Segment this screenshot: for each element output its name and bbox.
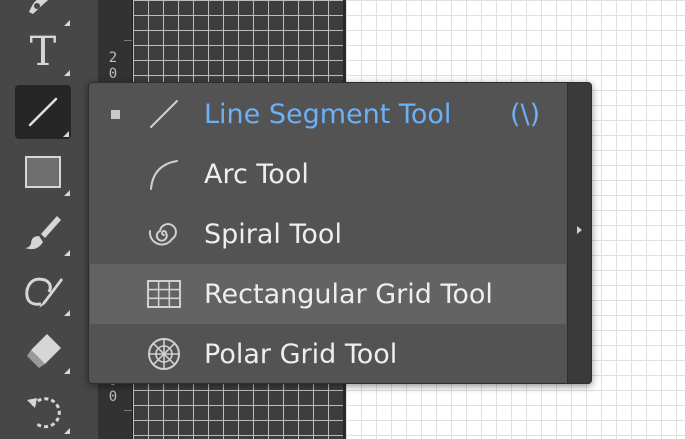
line-segment-icon <box>144 94 184 134</box>
rotate-tool[interactable] <box>14 384 72 436</box>
menu-item-label: Polar Grid Tool <box>204 338 398 370</box>
menu-item-line-segment-tool[interactable]: Line Segment Tool (\) <box>90 84 566 144</box>
menu-item-arc-tool[interactable]: Arc Tool <box>90 144 566 204</box>
menu-item-spiral-tool[interactable]: Spiral Tool <box>90 204 566 264</box>
rectangular-grid-icon <box>144 274 184 314</box>
keyboard-shortcut: (\) <box>510 98 541 130</box>
shaper-icon <box>25 277 63 308</box>
type-icon: T <box>29 29 57 75</box>
paintbrush-icon <box>25 216 61 250</box>
polar-grid-icon <box>144 334 184 374</box>
menu-item-rectangular-grid-tool[interactable]: Rectangular Grid Tool <box>90 264 566 324</box>
rectangle-icon <box>25 156 61 188</box>
menu-item-polar-grid-tool[interactable]: Polar Grid Tool <box>90 324 566 384</box>
ruler-tick <box>124 40 132 41</box>
shaper-pencil-tool[interactable] <box>14 266 72 318</box>
tearoff-bar[interactable] <box>567 83 591 383</box>
eraser-tool[interactable] <box>14 324 72 376</box>
rotate-icon <box>27 397 61 429</box>
type-tool[interactable]: T <box>14 26 72 78</box>
menu-item-label: Spiral Tool <box>204 218 342 250</box>
shaper-tool[interactable] <box>14 0 72 28</box>
ruler-number: 2 <box>108 50 118 66</box>
line-segment-tool[interactable] <box>15 85 71 139</box>
tool-flyout-menu: Line Segment Tool (\) Arc Tool Spiral To… <box>88 82 592 384</box>
rectangle-tool[interactable] <box>14 146 72 198</box>
selected-bullet-icon <box>111 109 120 119</box>
chevron-right-icon[interactable] <box>577 226 582 234</box>
ruler-number: 0 <box>108 66 118 82</box>
paintbrush-tool[interactable] <box>14 206 72 258</box>
tools-panel: T <box>0 0 98 439</box>
eraser-icon <box>27 334 61 368</box>
ruler-tick <box>124 410 132 411</box>
menu-item-label: Arc Tool <box>204 158 309 190</box>
menu-item-label: Rectangular Grid Tool <box>204 278 493 310</box>
line-segment-icon <box>28 97 58 127</box>
menu-item-label: Line Segment Tool <box>204 98 452 130</box>
pen-curl-icon <box>29 0 49 14</box>
arc-icon <box>144 154 184 194</box>
ruler-number: 0 <box>108 389 118 405</box>
spiral-icon <box>144 214 184 254</box>
